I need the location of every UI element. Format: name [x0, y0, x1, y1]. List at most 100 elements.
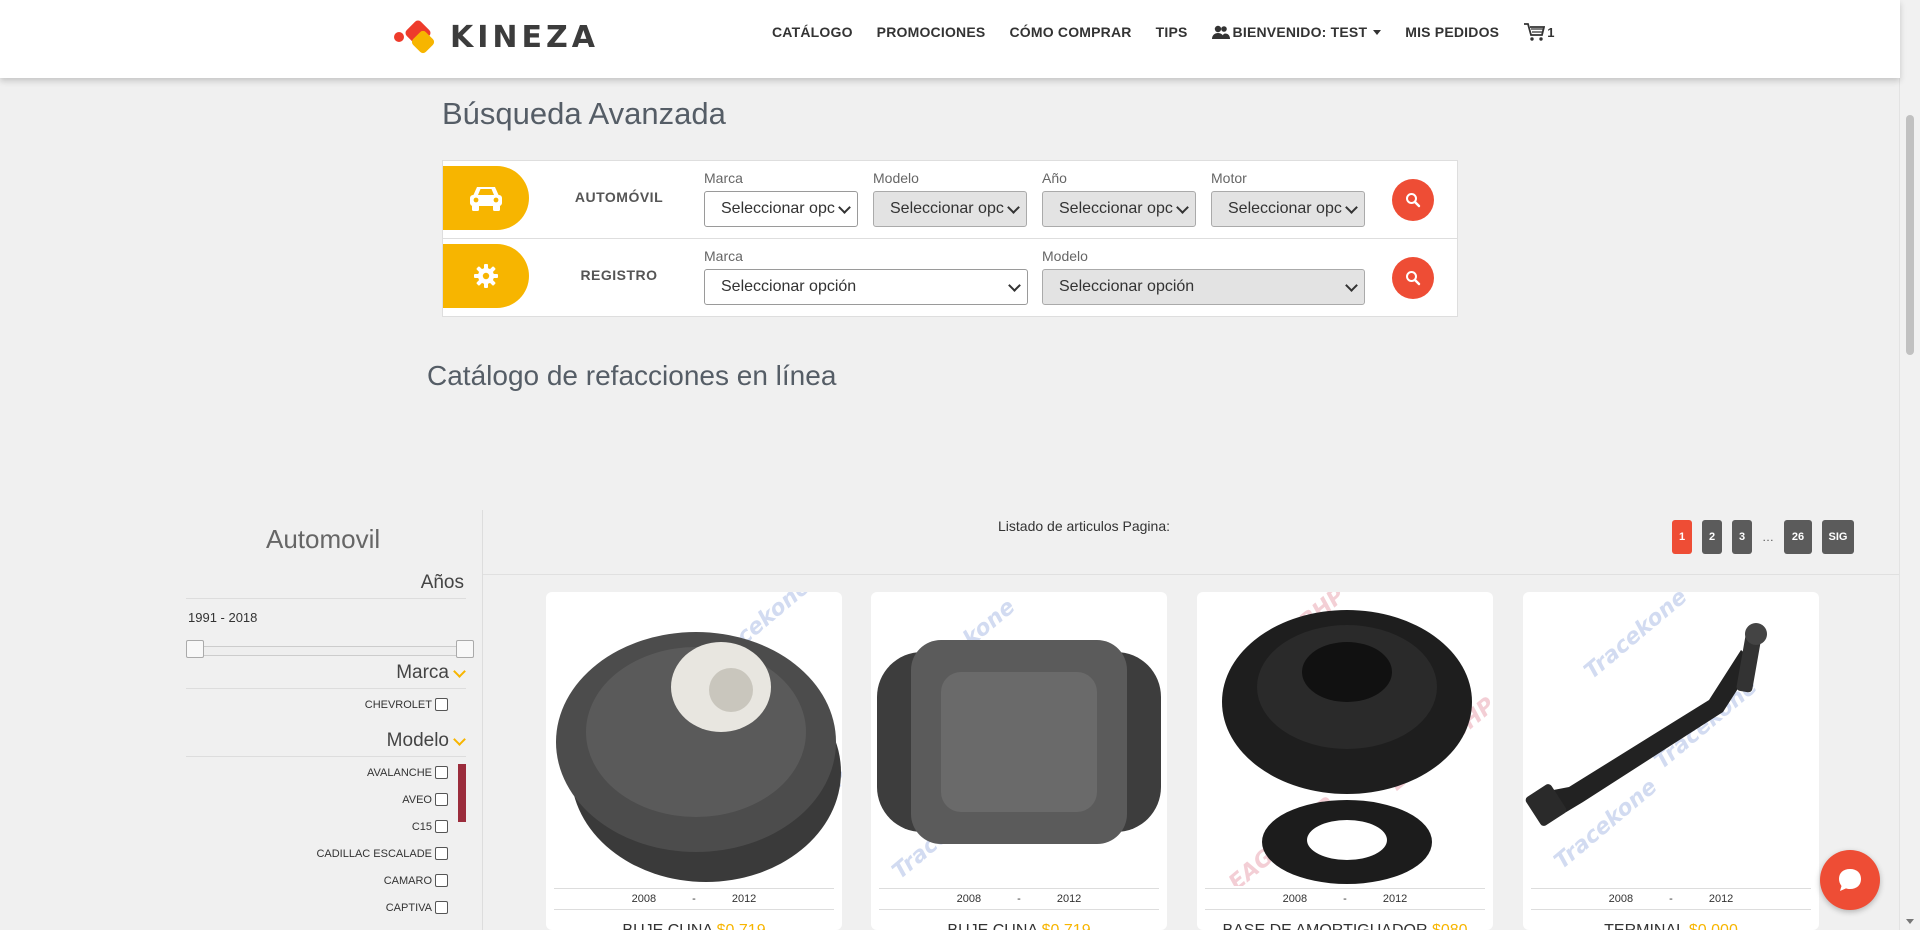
checkbox[interactable] — [435, 820, 448, 833]
product-image[interactable]: Tracekone Tracekone Tracekone — [871, 592, 1167, 886]
marca-label: Marca — [704, 248, 743, 264]
nav-mis-pedidos[interactable]: MIS PEDIDOS — [1405, 24, 1499, 40]
select-value: Seleccionar opc — [721, 200, 835, 217]
select-value: Seleccionar opción — [721, 278, 857, 295]
cart-icon — [1524, 23, 1546, 41]
select-value: Seleccionar opc — [890, 200, 1004, 217]
product-years: 2008 - 2012 — [879, 888, 1159, 910]
advanced-search-title: Búsqueda Avanzada — [442, 96, 726, 131]
product-card[interactable]: Tracekone Tracekone Tracekone 2008 - 201… — [871, 592, 1167, 930]
registro-marca-select[interactable]: Seleccionar opción — [704, 269, 1028, 305]
checkbox[interactable] — [435, 901, 448, 914]
nav-promociones[interactable]: PROMOCIONES — [877, 24, 986, 40]
chevron-down-icon — [1176, 201, 1189, 214]
chevron-down-icon — [1008, 279, 1021, 292]
page-2-button[interactable]: 2 — [1702, 520, 1722, 554]
divider — [186, 756, 466, 757]
chevron-down-icon — [453, 664, 466, 678]
cart-button[interactable]: 1 — [1523, 22, 1554, 42]
select-value: Seleccionar opc — [1059, 200, 1173, 217]
year-from: 2008 — [631, 893, 657, 905]
modelo-option[interactable]: CAMARO — [384, 874, 448, 887]
divider — [186, 688, 466, 689]
top-navbar: KINEZA CATÁLOGO PROMOCIONES CÓMO COMPRAR… — [0, 0, 1900, 78]
year-from: 2008 — [1608, 893, 1634, 905]
filter-marca-heading[interactable]: Marca — [396, 662, 466, 684]
year-separator: - — [1017, 893, 1021, 905]
automovil-search-button[interactable] — [1392, 179, 1434, 221]
years-slider[interactable] — [192, 646, 472, 656]
marca-option-chevrolet[interactable]: CHEVROLET — [365, 698, 448, 711]
filter-heading-label: Marca — [396, 662, 449, 683]
product-image[interactable]: EAGLEBHP EAGLEBHP EAGLEBHP — [1197, 592, 1493, 886]
years-slider-max-handle[interactable] — [456, 640, 474, 658]
kineza-logo-icon — [394, 20, 435, 54]
page-3-button[interactable]: 3 — [1732, 520, 1752, 554]
product-price: $0.719 — [717, 922, 766, 930]
scrollbar-thumb[interactable] — [1906, 115, 1914, 355]
select-value: Seleccionar opc — [1228, 200, 1342, 217]
product-title[interactable]: BASE DE AMORTIGUADOR $080 — [1197, 922, 1493, 930]
product-title[interactable]: BUJE CUNA $0.719 — [546, 922, 842, 930]
page-1-button[interactable]: 1 — [1672, 520, 1692, 554]
modelo-option[interactable]: AVEO — [402, 793, 448, 806]
next-page-button[interactable]: SIG — [1822, 520, 1854, 554]
page-26-button[interactable]: 26 — [1784, 520, 1812, 554]
scroll-down-arrow-icon[interactable] — [1906, 919, 1914, 924]
modelo-list-scrollbar[interactable] — [458, 764, 466, 822]
select-value: Seleccionar opción — [1059, 278, 1195, 295]
page-scrollbar[interactable] — [1899, 0, 1920, 930]
year-from: 2008 — [956, 893, 982, 905]
modelo-option[interactable]: AVALANCHE — [367, 766, 448, 779]
modelo-label: Modelo — [873, 170, 919, 186]
filter-years-heading[interactable]: Años — [421, 572, 464, 594]
advanced-search-panel: AUTOMÓVIL Marca Seleccionar opc Modelo S… — [442, 160, 1458, 317]
automovil-anio-select[interactable]: Seleccionar opc — [1042, 191, 1196, 227]
bushing-part-icon — [877, 640, 1161, 844]
tie-rod-end-part-icon — [1525, 623, 1767, 826]
automovil-modelo-select[interactable]: Seleccionar opc — [873, 191, 1027, 227]
user-menu[interactable]: BIENVENIDO: TEST — [1211, 24, 1382, 40]
registro-modelo-select[interactable]: Seleccionar opción — [1042, 269, 1365, 305]
bushing-part-icon — [556, 632, 841, 882]
product-image[interactable]: Tracekone Tracekone Tracekone — [1523, 592, 1819, 886]
car-icon — [470, 187, 502, 211]
option-label: AVEO — [402, 793, 432, 806]
divider — [186, 598, 466, 599]
main-nav: CATÁLOGO PROMOCIONES CÓMO COMPRAR TIPS B… — [772, 22, 1554, 42]
automovil-motor-select[interactable]: Seleccionar opc — [1211, 191, 1365, 227]
product-image[interactable]: Tracekone Tracekone Tracekone — [546, 592, 842, 886]
search-icon — [1406, 193, 1421, 208]
product-card[interactable]: EAGLEBHP EAGLEBHP EAGLEBHP 2008 - 2012 B… — [1197, 592, 1493, 930]
gear-icon — [474, 264, 498, 288]
chevron-down-icon — [1373, 29, 1382, 35]
checkbox[interactable] — [435, 793, 448, 806]
chat-button[interactable] — [1820, 850, 1880, 910]
checkbox[interactable] — [435, 698, 448, 711]
modelo-option[interactable]: CAPTIVA — [386, 901, 448, 914]
registro-search-button[interactable] — [1392, 257, 1434, 299]
nav-tips[interactable]: TIPS — [1156, 24, 1188, 40]
checkbox[interactable] — [435, 874, 448, 887]
modelo-option[interactable]: C15 — [412, 820, 448, 833]
nav-catalogo[interactable]: CATÁLOGO — [772, 24, 853, 40]
modelo-option[interactable]: CADILLAC ESCALADE — [316, 847, 448, 860]
motor-label: Motor — [1211, 170, 1247, 186]
product-title[interactable]: BUJE CUNA $0.719 — [871, 922, 1167, 930]
product-name: BUJE CUNA — [622, 922, 712, 930]
option-label: AVALANCHE — [366, 766, 432, 779]
product-years: 2008 - 2012 — [1205, 888, 1485, 910]
automovil-marca-select[interactable]: Seleccionar opc — [704, 191, 858, 227]
year-separator: - — [1343, 893, 1347, 905]
product-name: BASE DE AMORTIGUADOR — [1222, 922, 1427, 930]
product-card[interactable]: Tracekone Tracekone Tracekone 2008 - 201… — [546, 592, 842, 930]
checkbox[interactable] — [435, 766, 448, 779]
checkbox[interactable] — [435, 847, 448, 860]
years-slider-min-handle[interactable] — [186, 640, 204, 658]
nav-como-comprar[interactable]: CÓMO COMPRAR — [1009, 24, 1131, 40]
product-card[interactable]: Tracekone Tracekone Tracekone 2008 - 201… — [1523, 592, 1819, 930]
brand-logo[interactable]: KINEZA — [392, 15, 599, 59]
option-label: CAPTIVA — [385, 901, 432, 914]
filter-modelo-heading[interactable]: Modelo — [387, 730, 466, 752]
product-title[interactable]: TERMINAL $0.000 — [1523, 922, 1819, 930]
